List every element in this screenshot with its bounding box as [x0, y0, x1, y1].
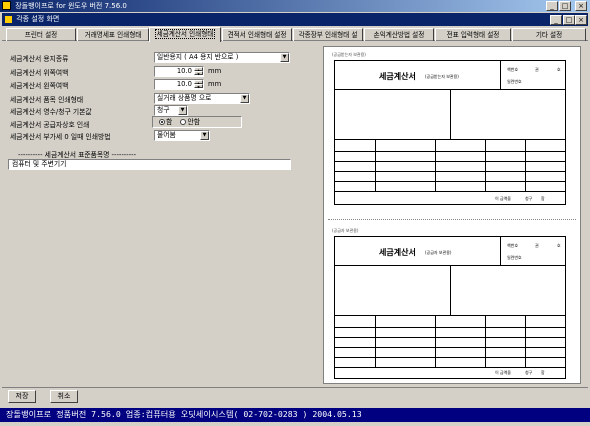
maximize-button[interactable]: □ — [559, 1, 571, 11]
invoice-bottom-book: 책번호 — [507, 243, 519, 248]
invoice-top-receipt-suffix: 함 — [541, 196, 545, 201]
left-margin-unit: mm — [208, 80, 222, 88]
invoice-top-subtitle: (공급받는자 보관용) — [425, 74, 459, 79]
invoice-top-receipt: 청구 — [525, 196, 533, 201]
invoice-top-serial: 일련번호 — [507, 79, 522, 84]
invoice-preview: (공급받는자 보관용) 세금계산서 (공급받는자 보관용) 책번호 권 호 일련… — [323, 46, 581, 384]
minimize-button[interactable]: _ — [546, 1, 558, 11]
invoice-bottom-vol: 권 — [535, 243, 539, 248]
close-button[interactable]: × — [575, 1, 587, 11]
invoice-top-book: 책번호 — [507, 67, 519, 72]
invoice-top-amount: 이 금액을 — [495, 196, 511, 201]
status-bar: 장돌뱅이프로 정품버전 7.56.0 업종:컴퓨터용 오딧세이시스템( 02-7… — [0, 405, 590, 426]
radio-no[interactable]: 안함 — [180, 118, 200, 126]
standard-item-label: ---------- 세금계산서 표준품목명 ---------- — [18, 151, 137, 159]
child-icon — [5, 15, 12, 23]
invoice-bottom-title: 세금계산서 — [379, 248, 416, 257]
supplier-seal-label: 세금계산서 공급자상호 인쇄 — [10, 121, 90, 129]
standard-item-input[interactable]: 컴퓨터 및 주변기기 — [8, 159, 291, 170]
radio-off-icon[interactable] — [180, 119, 187, 125]
invoice-top-no: 호 — [557, 67, 561, 72]
preview-top-corner: (공급받는자 보관용) — [332, 52, 366, 57]
tab-bar: 프린터 설정 거래명세표 인쇄형태 세금계산서 인쇄형태 견적서 인쇄형태 설정… — [2, 27, 588, 42]
spin-down-icon[interactable]: ▼ — [194, 71, 203, 76]
cancel-button[interactable]: 취소 — [50, 390, 78, 403]
invoice-bottom-no: 호 — [557, 243, 561, 248]
top-margin-unit: mm — [208, 67, 222, 75]
vat-zero-select[interactable]: 물어봄 ▼ — [154, 130, 210, 141]
tab-profit[interactable]: 손익계산방법 설정 — [364, 28, 434, 41]
item-print-label: 세금계산서 품목 인쇄형태 — [10, 96, 84, 104]
left-margin-stepper[interactable]: 10.0 ▲ ▼ — [154, 79, 204, 90]
radio-yes[interactable]: 함 — [159, 118, 172, 126]
button-panel — [2, 387, 588, 388]
invoice-bottom: 세금계산서 (공급자 보관용) 책번호 권 호 일련번호 이 금액을 청구 함 — [334, 236, 566, 379]
tab-ledgers[interactable]: 각종장부 인쇄형태 설 — [293, 28, 363, 41]
invoice-bottom-receipt: 청구 — [525, 370, 533, 375]
invoice-bottom-serial: 일련번호 — [507, 255, 522, 260]
child-titlebar: 각종 설정 화면 _ □ × — [2, 13, 588, 26]
tab-slip[interactable]: 전표 입력형태 설정 — [435, 28, 511, 41]
invoice-bottom-subtitle: (공급자 보관용) — [425, 250, 452, 255]
invoice-bottom-amount: 이 금액을 — [495, 370, 511, 375]
invoice-top-vol: 권 — [535, 67, 539, 72]
window-title: 장돌뱅이프로 for 윈도우 버전 7.56.0 — [15, 2, 127, 10]
left-margin-label: 세금계산서 왼쪽여백 — [10, 82, 69, 90]
tab-printer[interactable]: 프린터 설정 — [6, 28, 76, 41]
cut-line — [328, 219, 576, 220]
child-minimize-button[interactable]: _ — [550, 15, 562, 25]
child-maximize-button[interactable]: □ — [563, 15, 575, 25]
invoice-bottom-receipt-suffix: 함 — [541, 370, 545, 375]
app-icon — [2, 1, 11, 10]
preview-bottom-corner: (공급자 보관용) — [332, 228, 359, 233]
chevron-down-icon[interactable]: ▼ — [178, 106, 187, 115]
paper-type-select[interactable]: 일반용지 ( A4 용지 반으로 ) ▼ — [154, 52, 290, 63]
top-margin-stepper[interactable]: 10.0 ▲ ▼ — [154, 66, 204, 77]
chevron-down-icon[interactable]: ▼ — [280, 53, 289, 62]
supplier-seal-radio-group: 함 안함 — [152, 116, 242, 128]
receipt-select[interactable]: 청구 ▼ — [154, 105, 188, 116]
receipt-label: 세금계산서 영수/청구 기본값 — [10, 108, 92, 116]
paper-type-label: 세금계산서 용지종류 — [10, 55, 69, 63]
spin-down-icon[interactable]: ▼ — [194, 84, 203, 89]
child-title: 각종 설정 화면 — [16, 15, 60, 23]
radio-on-icon[interactable] — [159, 119, 165, 125]
window-titlebar: 장돌뱅이프로 for 윈도우 버전 7.56.0 _ □ × — [0, 0, 590, 12]
vat-zero-label: 세금계산서 부가세 0 일때 인쇄방법 — [10, 133, 111, 141]
tab-etc[interactable]: 기타 설정 — [512, 28, 586, 41]
chevron-down-icon[interactable]: ▼ — [200, 131, 209, 140]
invoice-top-title: 세금계산서 — [379, 72, 416, 81]
chevron-down-icon[interactable]: ▼ — [240, 94, 249, 103]
save-button[interactable]: 저장 — [8, 390, 36, 403]
invoice-top: 세금계산서 (공급받는자 보관용) 책번호 권 호 일련번호 이 금액을 청구 … — [334, 60, 566, 205]
top-margin-label: 세금계산서 위쪽여백 — [10, 69, 69, 77]
tab-tax-invoice[interactable]: 세금계산서 인쇄형태 — [149, 27, 221, 42]
tab-statement[interactable]: 거래명세표 인쇄형태 — [77, 28, 149, 41]
item-print-select[interactable]: 실거래 상품명 으로 ▼ — [154, 93, 250, 104]
child-close-button[interactable]: × — [575, 15, 587, 25]
tab-estimate[interactable]: 견적서 인쇄형태 설정 — [222, 28, 292, 41]
